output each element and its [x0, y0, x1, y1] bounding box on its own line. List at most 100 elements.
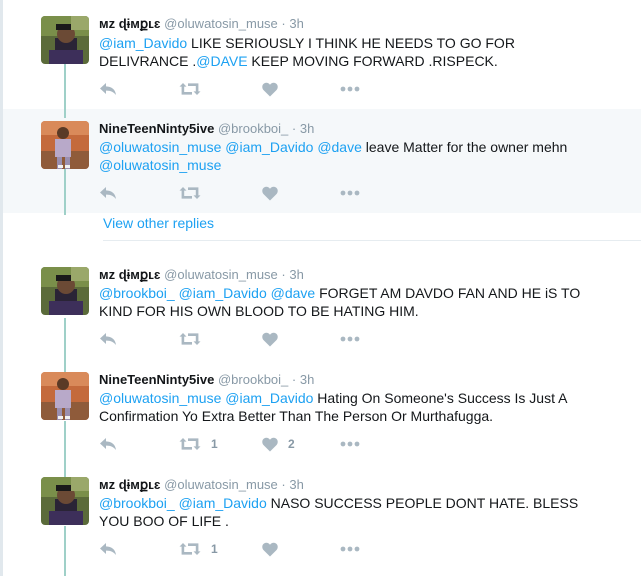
tweet-header: ᴍz ɖɨᴍքʟɛ @oluwatosin_muse · 3h	[99, 16, 304, 32]
more-icon	[340, 546, 360, 552]
display-name[interactable]: ᴍz ɖɨᴍքʟɛ	[99, 16, 161, 31]
reply-button[interactable]	[99, 540, 117, 558]
avatar-image	[41, 477, 89, 525]
heart-icon	[262, 437, 278, 451]
thread-line	[64, 169, 66, 215]
retweet-icon	[179, 187, 201, 199]
more-icon	[340, 441, 360, 447]
reply-icon	[100, 187, 116, 199]
thread-line	[64, 64, 66, 118]
heart-icon	[262, 332, 278, 346]
separator-dot: ·	[288, 121, 300, 136]
timestamp[interactable]: 3h	[300, 372, 314, 387]
more-icon	[340, 336, 360, 342]
tweet-header: ᴍz ɖɨᴍքʟɛ @oluwatosin_muse · 3h	[99, 267, 304, 283]
user-handle[interactable]: @oluwatosin_muse	[164, 267, 278, 282]
tweet-text: @brookboi_ @iam_Davido @dave FORGET AM D…	[99, 284, 599, 320]
avatar-image	[41, 121, 89, 169]
heart-icon	[262, 542, 278, 556]
user-handle[interactable]: @brookboi_	[218, 372, 288, 387]
heart-icon	[262, 186, 278, 200]
display-name[interactable]: NineTeenNinty5ive	[99, 372, 214, 387]
avatar[interactable]	[41, 372, 89, 420]
mention-link[interactable]: @oluwatosin_muse	[99, 157, 221, 173]
tweet-header: NineTeenNinty5ive @brookboi_ · 3h	[99, 121, 314, 137]
retweet-button[interactable]	[179, 184, 201, 202]
display-name[interactable]: NineTeenNinty5ive	[99, 121, 214, 136]
view-other-replies-link[interactable]: View other replies	[103, 215, 214, 231]
retweet-count: 1	[211, 542, 218, 556]
more-button[interactable]	[340, 540, 360, 558]
tweet-text-segment: KEEP MOVING FORWARD .RISPECK.	[247, 53, 498, 69]
tweet-header: NineTeenNinty5ive @brookboi_ · 3h	[99, 372, 314, 388]
tweet-header: ᴍz ɖɨᴍքʟɛ @oluwatosin_muse · 3h	[99, 477, 304, 493]
mention-link[interactable]: @dave	[317, 139, 362, 155]
mention-link[interactable]: @iam_Davido	[99, 35, 187, 51]
display-name[interactable]: ᴍz ɖɨᴍքʟɛ	[99, 477, 161, 492]
mention-link[interactable]: @oluwatosin_muse	[99, 390, 221, 406]
retweet-icon	[179, 438, 201, 450]
left-edge-border	[0, 0, 3, 576]
reply-icon	[100, 543, 116, 555]
timestamp[interactable]: 3h	[289, 16, 303, 31]
like-button[interactable]	[262, 540, 278, 558]
timestamp[interactable]: 3h	[289, 477, 303, 492]
user-handle[interactable]: @brookboi_	[218, 121, 288, 136]
thread-line	[64, 421, 66, 477]
separator-dot: ·	[277, 267, 290, 282]
like-button[interactable]: 2	[262, 435, 295, 453]
thread-line	[64, 318, 66, 372]
avatar-image	[41, 267, 89, 315]
display-name[interactable]: ᴍz ɖɨᴍքʟɛ	[99, 267, 161, 282]
mention-link[interactable]: @iam_Davido	[225, 139, 313, 155]
reply-button[interactable]	[99, 330, 117, 348]
tweet-text: @iam_Davido LIKE SERIOUSLY I THINK HE NE…	[99, 34, 599, 70]
avatar-image	[41, 372, 89, 420]
separator-dot: ·	[277, 477, 290, 492]
more-button[interactable]	[340, 80, 360, 98]
reply-button[interactable]	[99, 80, 117, 98]
retweet-button[interactable]: 1	[179, 435, 218, 453]
more-button[interactable]	[340, 330, 360, 348]
user-handle[interactable]: @oluwatosin_muse	[164, 16, 278, 31]
separator	[103, 240, 641, 241]
mention-link[interactable]: @oluwatosin_muse	[99, 139, 221, 155]
retweet-button[interactable]: 1	[179, 540, 218, 558]
like-button[interactable]	[262, 80, 278, 98]
tweet-text-segment: leave Matter for the owner mehn	[361, 139, 568, 155]
mention-link[interactable]: @DAVE	[196, 53, 247, 69]
more-button[interactable]	[340, 184, 360, 202]
retweet-button[interactable]	[179, 80, 201, 98]
separator-dot: ·	[288, 372, 300, 387]
separator-dot: ·	[277, 16, 290, 31]
mention-link[interactable]: @iam_Davido	[179, 285, 267, 301]
avatar[interactable]	[41, 477, 89, 525]
reply-icon	[100, 438, 116, 450]
user-handle[interactable]: @oluwatosin_muse	[164, 477, 278, 492]
reply-button[interactable]	[99, 184, 117, 202]
like-button[interactable]	[262, 184, 278, 202]
retweet-icon	[179, 83, 201, 95]
thread-line	[64, 526, 66, 576]
mention-link[interactable]: @iam_Davido	[225, 390, 313, 406]
timestamp[interactable]: 3h	[300, 121, 314, 136]
more-icon	[340, 190, 360, 196]
mention-link[interactable]: @dave	[271, 285, 316, 301]
retweet-icon	[179, 333, 201, 345]
reply-icon	[100, 333, 116, 345]
mention-link[interactable]: @brookboi_	[99, 495, 175, 511]
retweet-button[interactable]	[179, 330, 201, 348]
timestamp[interactable]: 3h	[289, 267, 303, 282]
avatar[interactable]	[41, 16, 89, 64]
more-button[interactable]	[340, 435, 360, 453]
retweet-icon	[179, 543, 201, 555]
tweet-text: @brookboi_ @iam_Davido NASO SUCCESS PEOP…	[99, 494, 599, 530]
mention-link[interactable]: @brookboi_	[99, 285, 175, 301]
mention-link[interactable]: @iam_Davido	[179, 495, 267, 511]
like-button[interactable]	[262, 330, 278, 348]
avatar[interactable]	[41, 267, 89, 315]
reply-icon	[100, 83, 116, 95]
heart-icon	[262, 82, 278, 96]
reply-button[interactable]	[99, 435, 117, 453]
avatar[interactable]	[41, 121, 89, 169]
